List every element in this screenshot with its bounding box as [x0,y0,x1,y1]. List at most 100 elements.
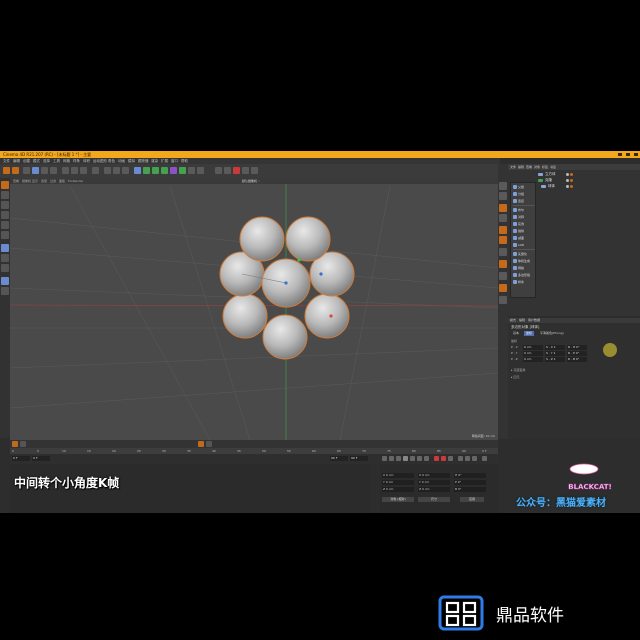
enable-axis-icon[interactable] [1,244,9,252]
coord-size-select[interactable]: 尺寸 [418,497,450,502]
key-selection-icon[interactable] [448,456,453,461]
rs-btn-6-icon[interactable] [499,236,507,244]
polygon-mode-icon[interactable] [1,231,9,239]
go-end-icon[interactable] [424,456,429,461]
tag-icon[interactable] [570,185,573,188]
model-mode-icon[interactable] [1,191,9,199]
timeline[interactable]: 0 5 10 15 20 25 30 35 40 45 50 55 60 65 … [10,440,498,454]
coord-mode-select[interactable]: 对象 (相对) [382,497,414,502]
coord-size-x[interactable]: X 0 cm [418,473,450,478]
pen-icon[interactable] [143,167,150,174]
rotation-p-field[interactable]: R . P 0° [567,351,587,356]
render-picture-icon[interactable] [113,167,120,174]
visibility-icon[interactable] [566,185,569,188]
maximize-icon[interactable] [626,153,630,156]
om-tab-bookmarks[interactable]: 书签 [550,164,556,170]
select-icon[interactable] [23,167,30,174]
om-tab-tags[interactable]: 标签 [542,164,548,170]
workplane-mode-icon[interactable] [1,287,9,295]
rs-btn-7-icon[interactable] [499,248,507,256]
dropdown-item[interactable]: 布尔 [513,207,535,213]
record-key-icon[interactable] [434,456,439,461]
coord-pos-z[interactable]: Z 0 cm [382,487,414,492]
scene-icon[interactable] [179,167,186,174]
go-start-icon[interactable] [382,456,387,461]
subdivision-icon[interactable] [152,167,159,174]
scale-z-field[interactable]: S . Z 1 [545,357,565,362]
lock-icon[interactable] [242,167,249,174]
om-tab-file[interactable]: 文件 [510,164,516,170]
minimize-icon[interactable] [618,153,622,156]
rs-btn-9-icon[interactable] [499,272,507,280]
solo-icon[interactable] [1,264,9,272]
workplane-icon[interactable] [224,167,231,174]
tag-icon[interactable] [570,173,573,176]
coord-pos-y[interactable]: Y 0 cm [382,480,414,485]
move-icon[interactable] [32,167,39,174]
freeze-fold[interactable]: ▸ 冻结变换 [511,368,525,372]
end-frame-field[interactable]: 90 F [330,456,348,461]
render-settings-icon[interactable] [122,167,129,174]
dropdown-item[interactable]: 融球 [513,228,535,234]
attr-tab-edit[interactable]: 编辑 [519,318,525,323]
options-icon[interactable] [206,441,212,447]
current-frame-field[interactable]: 0 F [32,456,50,461]
autokey-record-icon[interactable] [441,456,446,461]
y-axis-icon[interactable] [71,167,78,174]
cloner-icon[interactable] [161,167,168,174]
light-icon[interactable] [197,167,204,174]
om-tab-edit[interactable]: 编辑 [518,164,524,170]
dropdown-item[interactable]: 对称 [513,214,535,220]
dropdown-item[interactable]: 父级 [513,184,535,190]
om-tab-view[interactable]: 查看 [526,164,532,170]
rs-btn-11-icon[interactable] [499,296,507,304]
tweak-icon[interactable] [1,254,9,262]
dropdown-item[interactable]: 实例 [513,221,535,227]
object-row[interactable]: 立方体 [508,172,640,177]
record-icon[interactable] [198,441,204,447]
position-y-field[interactable]: 0 cm [523,351,543,356]
dropdown-item[interactable]: 多边形组 [513,272,535,278]
scale-icon[interactable] [41,167,48,174]
prev-key-icon[interactable] [389,456,394,461]
grid-icon[interactable] [251,167,258,174]
coord-size-z[interactable]: Z 0 cm [418,487,450,492]
subtab-basic[interactable]: 基本 [511,331,521,336]
coord-pos-x[interactable]: X 0 cm [382,473,414,478]
dropdown-item[interactable]: 体积生成 [513,258,535,264]
camera-icon[interactable] [188,167,195,174]
coord-size-y[interactable]: Y 0 cm [418,480,450,485]
rs-btn-1-icon[interactable] [499,182,507,190]
preview-end-field[interactable]: 90 F [350,456,368,461]
snapping-icon[interactable] [1,277,9,285]
render-view-icon[interactable] [104,167,111,174]
rs-btn-3-icon[interactable] [499,204,507,212]
undo-icon[interactable] [3,167,10,174]
position-x-field[interactable]: 0 cm [523,345,543,350]
start-frame-field[interactable]: 0 F [12,456,30,461]
snap-icon[interactable] [233,167,240,174]
dropdown-item[interactable]: LOD [513,242,535,248]
close-icon[interactable] [634,153,638,156]
attr-tab-userdata[interactable]: 用户数据 [528,318,540,323]
subtab-phong[interactable]: 平滑着色(Phong) [538,331,566,336]
dropdown-item[interactable]: 矢量化 [513,251,535,257]
dropdown-item[interactable]: 减面 [513,235,535,241]
deformer-icon[interactable] [170,167,177,174]
keyframe-icon[interactable] [12,441,18,447]
rs-btn-4-icon[interactable] [499,214,507,222]
position-key-icon[interactable] [458,456,463,461]
make-editable-icon[interactable] [1,181,9,189]
dropdown-item[interactable]: 连接 [513,198,535,204]
coordinate-system-icon[interactable] [92,167,99,174]
redo-icon[interactable] [12,167,19,174]
quaternion-fold[interactable]: ▸ 四元 [511,375,519,379]
position-z-field[interactable]: 0 cm [523,357,543,362]
autokey-icon[interactable] [20,441,26,447]
coord-rot-b[interactable]: B 0° [454,487,486,492]
x-axis-icon[interactable] [62,167,69,174]
point-mode-icon[interactable] [1,211,9,219]
rs-btn-8-icon[interactable] [499,260,507,268]
coord-rot-h[interactable]: H 0° [454,473,486,478]
scale-x-field[interactable]: S . X 1 [545,345,565,350]
